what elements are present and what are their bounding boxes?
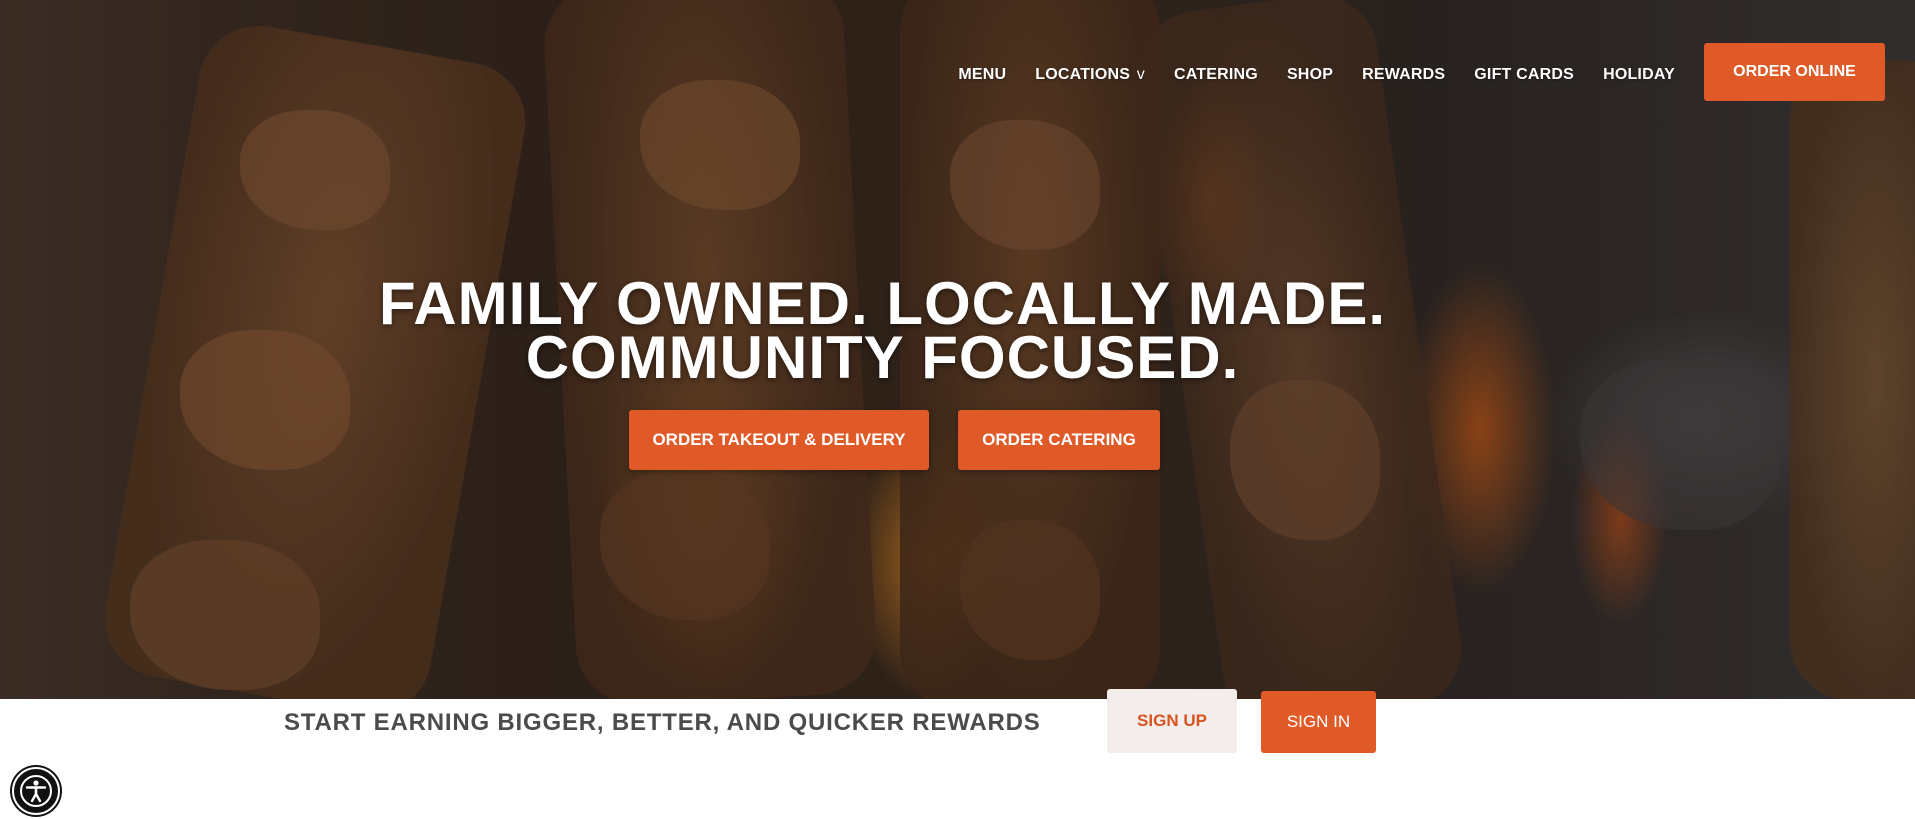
- nav-gift-cards[interactable]: GIFT CARDS: [1474, 66, 1574, 84]
- sign-up-button[interactable]: SIGN UP: [1107, 689, 1237, 753]
- order-online-button[interactable]: ORDER ONLINE: [1704, 43, 1885, 101]
- accessibility-icon: [20, 775, 52, 807]
- order-takeout-delivery-button[interactable]: ORDER TAKEOUT & DELIVERY: [629, 410, 929, 470]
- hero-headline: FAMILY OWNED. LOCALLY MADE. COMMUNITY FO…: [0, 274, 1765, 388]
- nav-catering[interactable]: CATERING: [1174, 66, 1258, 84]
- nav-locations[interactable]: LOCATIONS v: [1035, 66, 1145, 84]
- order-catering-button[interactable]: ORDER CATERING: [958, 410, 1160, 470]
- sign-in-button[interactable]: SIGN IN: [1261, 691, 1376, 753]
- nav-shop[interactable]: SHOP: [1287, 66, 1333, 84]
- chevron-down-icon: v: [1136, 65, 1145, 83]
- rewards-promo-text: START EARNING BIGGER, BETTER, AND QUICKE…: [284, 709, 1041, 736]
- main-nav: MENU LOCATIONS v CATERING SHOP REWARDS G…: [958, 43, 1915, 101]
- nav-rewards[interactable]: REWARDS: [1362, 66, 1445, 84]
- nav-locations-label: LOCATIONS: [1035, 65, 1131, 83]
- nav-menu[interactable]: MENU: [958, 66, 1006, 84]
- hero-section: MENU LOCATIONS v CATERING SHOP REWARDS G…: [0, 0, 1915, 699]
- hero-buttons: ORDER TAKEOUT & DELIVERY ORDER CATERING: [629, 410, 1160, 470]
- headline-line-2: COMMUNITY FOCUSED.: [525, 324, 1240, 391]
- nav-holiday[interactable]: HOLIDAY: [1603, 66, 1675, 84]
- accessibility-button[interactable]: [12, 767, 60, 815]
